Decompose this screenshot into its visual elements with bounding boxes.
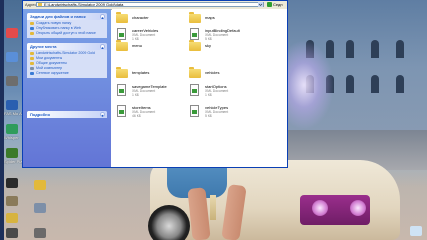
file-name: menu (132, 43, 143, 48)
go-button[interactable]: Седп (267, 2, 286, 7)
file-size: 1 КБ (132, 93, 140, 97)
task-panel: Другие местаLandwirtschafts-Simulator 20… (27, 43, 107, 78)
task-panel-body: Landwirtschafts-Simulator 2009 Gold Мои д… (27, 50, 107, 78)
new-folder-icon (30, 22, 34, 25)
file-size: 5 КБ (205, 114, 213, 118)
address-input[interactable]: E:\Landwirtschafts-Simulator 2009 Gold\d… (36, 2, 264, 7)
xml-document-icon (117, 84, 126, 96)
task-link-label: Сетевое окружение (36, 71, 69, 75)
file-item[interactable]: startOptions XML Document 1 КБ (189, 84, 274, 104)
task-link-label: Создать новую папку (36, 21, 72, 25)
file-size: 1 КБ (205, 93, 213, 97)
wallpaper-headlight-left (312, 200, 328, 216)
file-name: templates (132, 70, 150, 75)
file-name: maps (205, 15, 215, 20)
folder-item[interactable]: sky (189, 40, 274, 60)
task-pane: Задачи для файлов и папокСоздать новую п… (23, 9, 111, 167)
address-value: E:\Landwirtschafts-Simulator 2009 Gold\d… (44, 2, 124, 7)
go-label: Седп (273, 2, 283, 7)
share-folder-icon (30, 32, 34, 35)
task-panel-header[interactable]: Задачи для файлов и папок (27, 13, 107, 21)
desktop-shortcut-icon (6, 76, 18, 86)
my-computer-icon (30, 67, 34, 70)
task-panel-header[interactable]: Другие места (27, 43, 107, 51)
task-panel-title: Задачи для файлов и папок (30, 14, 86, 19)
xml-document-icon (117, 28, 126, 40)
desktop-shortcut-icon (6, 124, 18, 134)
folder-icon (189, 40, 201, 51)
desktop-shortcut-icon[interactable] (6, 213, 18, 223)
task-link-label: Опубликовать папку в Web (36, 26, 82, 30)
collapse-icon[interactable] (100, 44, 105, 51)
folder-icon (116, 12, 128, 23)
wallpaper-wheel (148, 205, 190, 240)
desktop-shortcut-icon (6, 52, 18, 62)
folder-icon (116, 40, 128, 51)
xml-document-icon (190, 84, 199, 96)
folder-icon (189, 12, 201, 23)
desktop-shortcut-icon (6, 28, 18, 38)
address-folder-icon (38, 3, 42, 6)
wallpaper-headlight-right (350, 200, 366, 216)
go-arrow-icon (267, 2, 272, 7)
xml-document-icon (190, 28, 199, 40)
desktop-shortcut-icon[interactable] (34, 180, 46, 190)
folder-icon (30, 52, 34, 55)
task-panel-body: Создать новую папку Опубликовать папку в … (27, 20, 107, 38)
xml-document-icon (190, 105, 199, 117)
explorer-window[interactable]: Адрес E:\Landwirtschafts-Simulator 2009 … (22, 0, 288, 168)
desktop-shortcut-icon[interactable] (6, 196, 18, 206)
file-item[interactable]: vehicleTypes XML Document 5 КБ (189, 105, 274, 125)
recycle-bin-icon[interactable] (410, 226, 422, 236)
task-link-label: Общие документы (36, 61, 67, 65)
folder-icon (189, 67, 201, 78)
task-panel-title: Другие места (30, 44, 57, 49)
expand-icon[interactable] (100, 112, 105, 119)
task-link-label: Мой компьютер (36, 66, 63, 70)
task-link[interactable]: Открыть общий доступ к этой папке (27, 31, 107, 36)
desktop-shortcut-icon[interactable] (6, 178, 18, 188)
xml-document-icon (117, 105, 126, 117)
task-link-label: Мои документы (36, 56, 63, 60)
task-link[interactable]: Сетевое окружение (27, 71, 107, 76)
chevron-down-icon (258, 2, 263, 7)
my-documents-icon (30, 57, 34, 60)
shared-documents-icon (30, 62, 34, 65)
desktop-shortcut-icon[interactable] (6, 228, 18, 238)
wallpaper-tassel (210, 195, 216, 220)
network-places-icon (30, 72, 34, 75)
desktop-shortcut-icon[interactable] (34, 203, 46, 213)
task-link-label: Landwirtschafts-Simulator 2009 Gold (36, 51, 95, 55)
task-panel-title: Подробно (30, 112, 51, 117)
collapse-icon[interactable] (100, 14, 105, 21)
desktop-shortcut-icon (6, 100, 18, 110)
task-panel: Задачи для файлов и папокСоздать новую п… (27, 13, 107, 38)
file-size: 46 КБ (132, 114, 141, 118)
file-name: sky (205, 43, 211, 48)
task-panel: Подробно (27, 111, 107, 119)
desktop-shortcut-icon[interactable] (34, 228, 46, 238)
task-link-label: Открыть общий доступ к этой папке (36, 31, 96, 35)
address-dropdown-button[interactable] (258, 2, 263, 7)
file-list[interactable]: character maps careerVehicles XML Document 1… (112, 9, 287, 167)
folder-icon (116, 67, 128, 78)
address-label: Адрес (25, 2, 37, 7)
publish-web-icon (30, 27, 34, 30)
task-panel-header[interactable]: Подробно (27, 111, 107, 119)
desktop-shortcut-label: Spider Pla (4, 159, 23, 164)
file-name: character (132, 15, 149, 20)
desktop-shortcut-label: Whisper (4, 135, 19, 140)
desktop-edge (0, 0, 4, 240)
desktop-shortcut-icon (6, 148, 18, 158)
file-name: vehicles (205, 70, 220, 75)
